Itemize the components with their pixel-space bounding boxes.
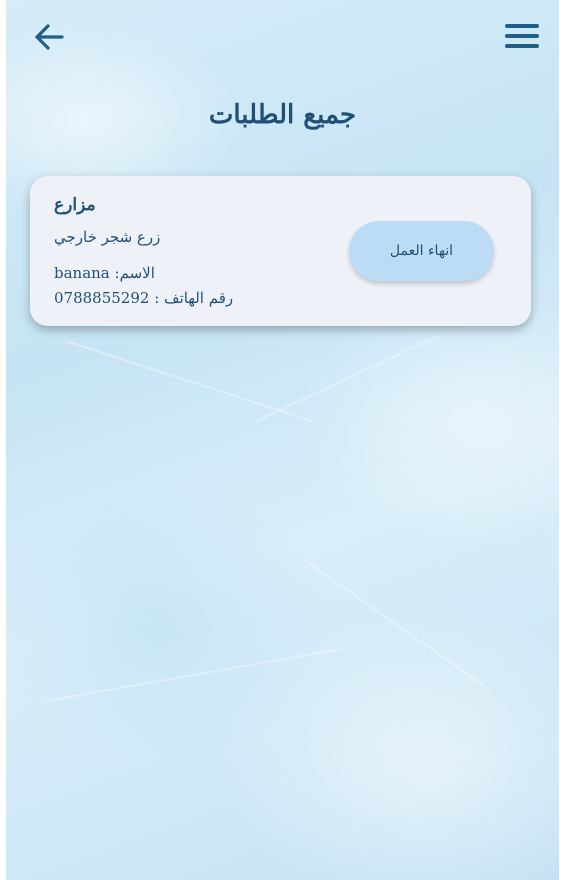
order-name: banana الاسم: [54,264,155,282]
order-description: زرع شجر خارجي [54,228,161,246]
hamburger-menu-icon [505,44,539,48]
order-title: مزارع [54,195,96,215]
order-phone: 0788855292 رقم الهاتف : [54,289,233,307]
order-card: مزارع زرع شجر خارجي banana الاسم: 078885… [30,176,531,326]
name-value: banana [54,264,110,282]
name-label: الاسم: [114,264,155,282]
paper-crease [256,335,439,422]
paper-crease [46,647,342,702]
hamburger-menu-icon [505,24,539,28]
hamburger-menu-icon [505,34,539,38]
app-screen: جميع الطلبات مزارع زرع شجر خارجي banana … [6,0,559,880]
page-title: جميع الطلبات [208,100,357,130]
menu-button[interactable] [505,24,541,50]
arrow-left-icon [35,24,64,50]
paper-crease [304,560,487,688]
finish-work-button[interactable]: انهاء العمل [349,221,494,281]
phone-value: 0788855292 [54,289,150,307]
back-button[interactable] [32,22,66,52]
phone-label: رقم الهاتف : [154,289,234,307]
